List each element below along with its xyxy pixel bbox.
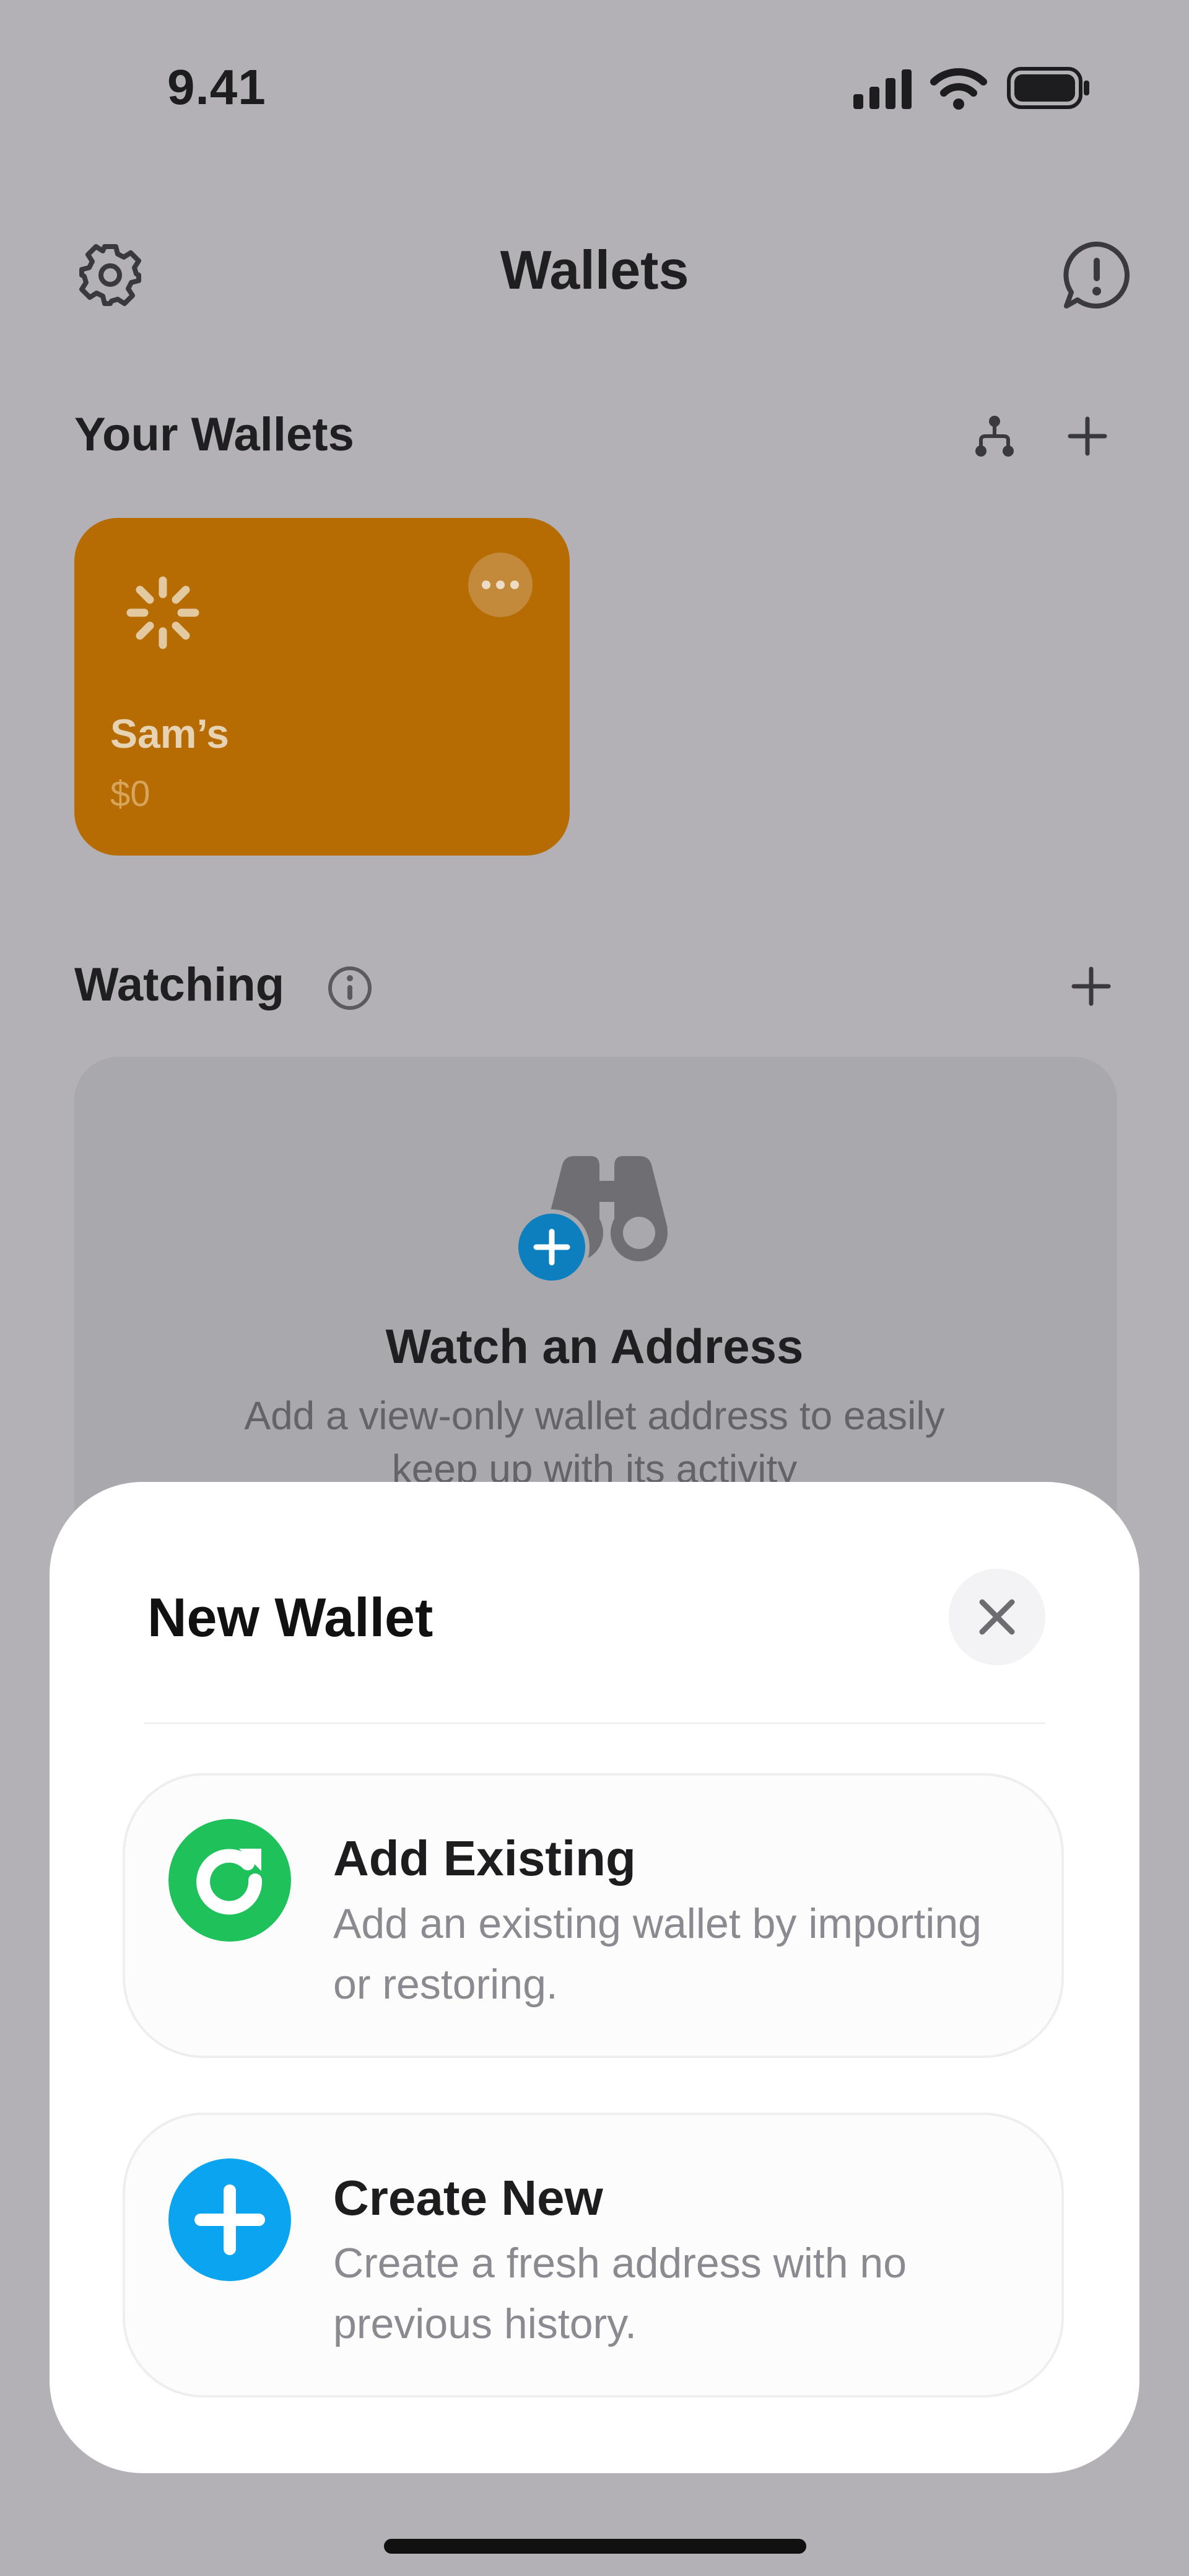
wallet-name: Sam’s	[110, 711, 230, 756]
option-title: Add Existing	[333, 1831, 636, 1886]
wallet-groups-button[interactable]	[970, 411, 1019, 461]
page-title: Wallets	[500, 239, 689, 300]
battery-icon	[1007, 67, 1089, 109]
restore-arrow-icon	[168, 1819, 291, 1942]
add-watch-button[interactable]	[1066, 962, 1116, 1011]
hierarchy-icon	[975, 416, 1014, 457]
wallet-balance: $0	[110, 774, 150, 814]
plus-icon	[1068, 416, 1107, 456]
add-wallet-button[interactable]	[1063, 411, 1112, 461]
wallet-more-button[interactable]	[468, 553, 533, 617]
option-description: Add an existing wallet by importing or r…	[333, 1900, 982, 2008]
watching-heading: Watching	[74, 958, 285, 1011]
add-existing-option[interactable]: Add Existing Add an existing wallet by i…	[123, 1773, 1064, 2058]
info-icon[interactable]	[327, 965, 373, 1011]
plus-icon	[168, 2158, 291, 2281]
watch-address-title: Watch an Address	[385, 1319, 804, 1373]
new-wallet-sheet: New Wallet Add Existing Add an existing …	[50, 1482, 1139, 2473]
plus-badge-icon	[514, 1209, 590, 1285]
divider	[144, 1722, 1045, 1724]
watch-address-description: Add a view-only wallet address to easily…	[244, 1393, 945, 1491]
feedback-button[interactable]	[1056, 235, 1137, 316]
close-button[interactable]	[949, 1569, 1045, 1665]
sheet-title: New Wallet	[147, 1587, 433, 1648]
your-wallets-heading: Your Wallets	[74, 408, 354, 461]
create-new-option[interactable]: Create New Create a fresh address with n…	[123, 2113, 1064, 2398]
home-indicator[interactable]	[384, 2539, 806, 2554]
loading-spinner-icon	[126, 576, 199, 649]
alert-bubble-icon	[1063, 242, 1130, 309]
option-title: Create New	[333, 2170, 603, 2225]
close-icon	[979, 1599, 1015, 1635]
status-time: 9.41	[167, 59, 266, 115]
wallet-card[interactable]: Sam’s $0	[74, 518, 570, 856]
cellular-signal-icon	[853, 69, 912, 109]
wifi-icon	[930, 68, 987, 110]
plus-icon	[1071, 966, 1111, 1006]
option-description: Create a fresh address with no previous …	[333, 2240, 907, 2347]
ellipsis-icon	[482, 580, 519, 589]
